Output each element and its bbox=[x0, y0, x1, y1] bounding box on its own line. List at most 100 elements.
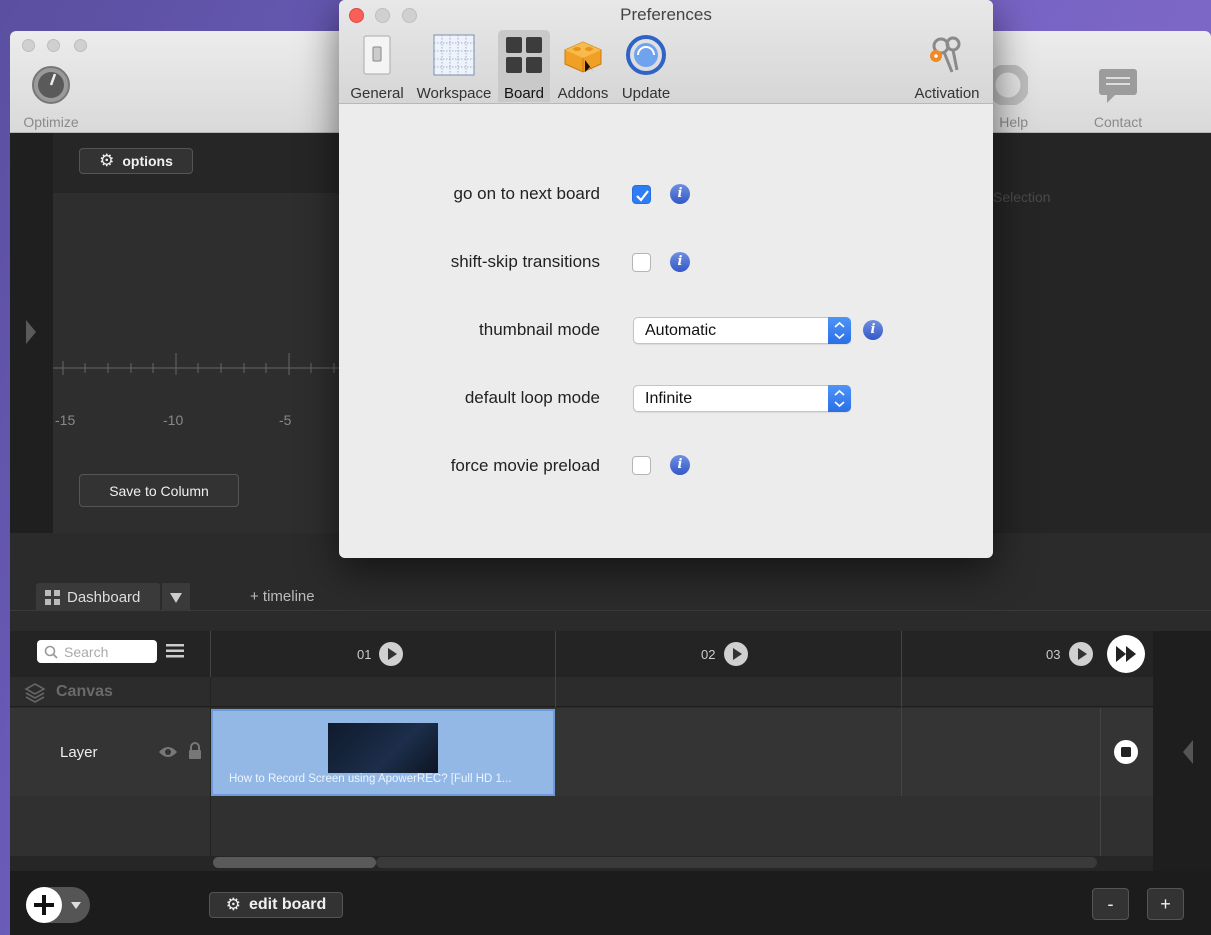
info-icon[interactable]: i bbox=[863, 320, 883, 340]
collapse-arrow-icon[interactable] bbox=[1181, 737, 1195, 767]
layer-row[interactable]: Layer How to Record Screen using ApowerR… bbox=[10, 708, 1153, 796]
board-number: 03 bbox=[1046, 647, 1061, 662]
thumbnail-mode-select[interactable]: Automatic bbox=[633, 317, 851, 344]
fast-forward-icon bbox=[1116, 646, 1136, 662]
canvas-label: Canvas bbox=[56, 683, 113, 700]
tab-update-label: Update bbox=[621, 85, 671, 102]
grid-sheet-icon bbox=[433, 34, 475, 76]
dropdown-arrow-icon bbox=[71, 902, 81, 909]
tab-board-label: Board bbox=[503, 85, 545, 102]
tab-update[interactable]: Update bbox=[616, 30, 676, 102]
ruler-label: -15 bbox=[55, 412, 76, 428]
search-input[interactable]: Search bbox=[37, 640, 157, 663]
timeline-header: Search 01 02 03 bbox=[10, 631, 1211, 677]
save-to-column-label: Save to Column bbox=[109, 482, 209, 499]
info-icon[interactable]: i bbox=[670, 252, 690, 272]
zoom-out-button[interactable]: - bbox=[1092, 888, 1129, 920]
bottom-bar: ⚙ edit board - + bbox=[10, 871, 1211, 935]
horizontal-scrollbar-thumb[interactable] bbox=[213, 857, 376, 868]
lock-icon[interactable] bbox=[188, 742, 202, 760]
optimize-tool[interactable]: Optimize bbox=[18, 65, 84, 130]
grid-icon bbox=[45, 589, 60, 605]
info-icon[interactable]: i bbox=[670, 455, 690, 475]
dashboard-tab-label: Dashboard bbox=[67, 588, 141, 606]
shift-skip-checkbox[interactable] bbox=[632, 253, 651, 272]
zoom-out-label: - bbox=[1107, 893, 1114, 914]
canvas-row[interactable]: Canvas bbox=[10, 677, 1153, 707]
edit-board-label: edit board bbox=[248, 896, 327, 913]
preferences-window: Preferences General Workspace Board Addo… bbox=[339, 0, 993, 558]
shift-skip-label: shift-skip transitions bbox=[450, 252, 600, 271]
thumbnail-mode-value: Automatic bbox=[645, 322, 717, 339]
ruler-label: -10 bbox=[163, 412, 184, 428]
zoom-in-button[interactable]: + bbox=[1147, 888, 1184, 920]
timeline-tabbar: Dashboard + timeline bbox=[10, 579, 1211, 611]
four-squares-icon bbox=[506, 37, 542, 73]
play-board-button[interactable] bbox=[1069, 642, 1093, 666]
hamburger-menu-icon[interactable] bbox=[166, 643, 184, 659]
edit-board-button[interactable]: ⚙ edit board bbox=[209, 892, 343, 918]
lego-brick-icon bbox=[564, 41, 602, 73]
stop-icon bbox=[1121, 747, 1131, 757]
right-strip bbox=[1153, 631, 1211, 871]
preload-label: force movie preload bbox=[450, 456, 600, 475]
window-close-button[interactable] bbox=[22, 39, 35, 52]
ruler bbox=[53, 353, 353, 375]
play-board-button[interactable] bbox=[379, 642, 403, 666]
tab-board[interactable]: Board bbox=[498, 30, 550, 102]
expand-arrow-icon[interactable] bbox=[24, 317, 38, 347]
zoom-in-label: + bbox=[1160, 893, 1171, 914]
tab-addons[interactable]: Addons bbox=[553, 30, 613, 102]
tab-general[interactable]: General bbox=[346, 30, 408, 102]
tab-activation-label: Activation bbox=[914, 85, 980, 102]
fast-forward-button[interactable] bbox=[1107, 635, 1145, 673]
left-sidebar-strip bbox=[10, 133, 53, 533]
next-board-checkbox[interactable] bbox=[632, 185, 651, 204]
options-button[interactable]: ⚙ options bbox=[79, 148, 193, 174]
clip-thumbnail bbox=[328, 723, 438, 773]
stop-button[interactable] bbox=[1114, 740, 1138, 764]
clip-title: How to Record Screen using ApowerREC? [F… bbox=[229, 773, 512, 785]
contact-tool[interactable]: Contact bbox=[1085, 65, 1151, 130]
add-timeline-button[interactable]: + timeline bbox=[250, 588, 315, 605]
preload-checkbox[interactable] bbox=[632, 456, 651, 475]
info-icon[interactable]: i bbox=[670, 184, 690, 204]
loop-mode-select[interactable]: Infinite bbox=[633, 385, 851, 412]
media-clip[interactable]: How to Record Screen using ApowerREC? [F… bbox=[211, 709, 555, 796]
board-number: 02 bbox=[701, 647, 716, 662]
tab-workspace[interactable]: Workspace bbox=[412, 30, 496, 102]
gear-icon: ⚙ bbox=[225, 895, 241, 914]
help-tool[interactable]: Help bbox=[986, 63, 1030, 130]
stepper-arrows-icon bbox=[828, 385, 851, 412]
eye-icon[interactable] bbox=[158, 745, 178, 759]
search-icon bbox=[44, 645, 58, 659]
gauge-icon bbox=[32, 66, 70, 104]
tab-general-label: General bbox=[350, 85, 404, 102]
right-panel: Selection bbox=[993, 133, 1211, 533]
window-minimize-button[interactable] bbox=[47, 39, 60, 52]
search-placeholder: Search bbox=[64, 643, 109, 660]
contact-label: Contact bbox=[1093, 114, 1143, 130]
play-board-button[interactable] bbox=[724, 642, 748, 666]
window-zoom-button[interactable] bbox=[74, 39, 87, 52]
gear-icon: ⚙ bbox=[99, 151, 115, 170]
checkmark-icon bbox=[636, 190, 649, 202]
play-icon bbox=[388, 648, 397, 660]
loop-mode-value: Infinite bbox=[645, 390, 693, 407]
triangle-down-icon bbox=[170, 593, 182, 603]
tab-workspace-label: Workspace bbox=[416, 85, 492, 102]
save-to-column-button[interactable]: Save to Column bbox=[79, 474, 239, 507]
tab-menu-button[interactable] bbox=[162, 583, 190, 611]
optimize-label: Optimize bbox=[23, 114, 79, 130]
dashboard-tab[interactable]: Dashboard bbox=[36, 583, 160, 611]
preferences-toolbar: Preferences General Workspace Board Addo… bbox=[339, 0, 993, 104]
add-menu-button[interactable] bbox=[26, 887, 90, 923]
next-board-label: go on to next board bbox=[453, 184, 600, 203]
keys-icon bbox=[930, 36, 961, 73]
loop-mode-label: default loop mode bbox=[464, 388, 600, 407]
play-icon bbox=[1078, 648, 1087, 660]
tab-activation[interactable]: Activation bbox=[909, 30, 985, 102]
stepper-arrows-icon bbox=[828, 317, 851, 344]
empty-row bbox=[10, 796, 1153, 856]
light-switch-icon bbox=[363, 35, 391, 75]
